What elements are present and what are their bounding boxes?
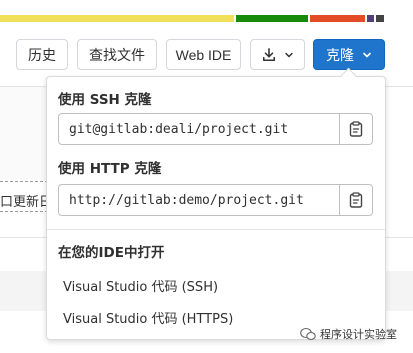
- clipboard-icon: [349, 121, 363, 137]
- ssh-url-input[interactable]: [59, 114, 339, 144]
- background-cell-text: 口更新日: [0, 195, 53, 210]
- open-vscode-ssh-item[interactable]: Visual Studio 代码 (SSH): [63, 276, 218, 295]
- ssh-clone-title: 使用 SSH 克隆: [58, 92, 152, 108]
- dropdown-divider: [47, 229, 385, 230]
- open-vscode-https-item[interactable]: Visual Studio 代码 (HTTPS): [63, 308, 233, 327]
- watermark: 程序设计实验室: [300, 326, 397, 342]
- language-segment: [310, 15, 365, 22]
- watermark-text: 程序设计实验室: [320, 328, 397, 341]
- clone-button-label: 克隆: [326, 47, 354, 64]
- open-in-ide-title: 在您的IDE中打开: [58, 245, 165, 261]
- web-ide-button[interactable]: Web IDE: [166, 39, 241, 70]
- copy-http-url-button[interactable]: [339, 185, 372, 215]
- language-segment: [367, 15, 374, 22]
- http-url-group: [58, 184, 373, 216]
- clipboard-icon: [349, 192, 363, 208]
- language-segment: [376, 15, 384, 22]
- language-segment: [384, 15, 413, 22]
- web-ide-button-label: Web IDE: [175, 46, 232, 63]
- dashed-border: [0, 211, 48, 212]
- language-segment: [0, 15, 234, 22]
- repository-language-bar: [0, 15, 413, 22]
- language-segment: [236, 15, 308, 22]
- ssh-url-group: [58, 113, 373, 145]
- download-dropdown-button[interactable]: [250, 39, 305, 70]
- chevron-down-icon: [363, 52, 371, 57]
- find-file-button-label: 查找文件: [89, 47, 145, 64]
- dashed-border: [0, 181, 48, 182]
- http-url-input[interactable]: [59, 185, 339, 215]
- copy-ssh-url-button[interactable]: [339, 114, 372, 144]
- chevron-down-icon: [284, 52, 293, 57]
- history-button-label: 历史: [28, 47, 56, 64]
- content-panel: [0, 87, 46, 180]
- wechat-icon: [300, 327, 316, 341]
- clone-dropdown-button[interactable]: 克隆: [313, 39, 385, 70]
- http-clone-title: 使用 HTTP 克隆: [58, 161, 162, 177]
- find-file-button[interactable]: 查找文件: [77, 39, 157, 70]
- history-button[interactable]: 历史: [16, 39, 68, 70]
- download-icon: [262, 47, 275, 61]
